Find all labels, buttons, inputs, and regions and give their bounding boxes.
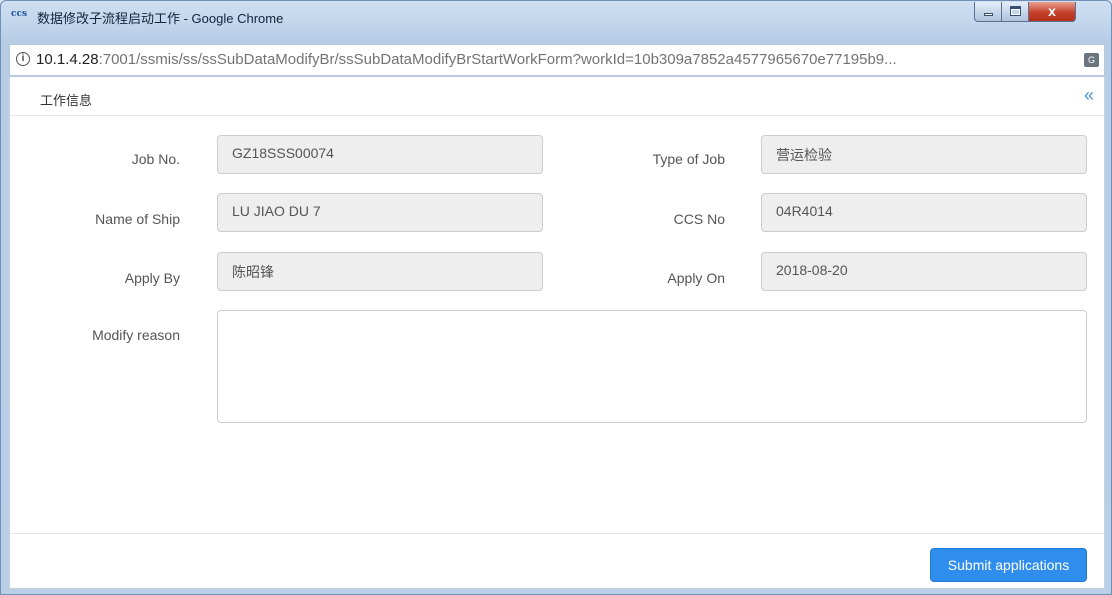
apply-by-field[interactable]: 陈昭锋 bbox=[217, 252, 543, 291]
page-title: 工作信息 bbox=[40, 93, 93, 108]
minimize-button[interactable] bbox=[974, 2, 1002, 22]
submit-applications-button[interactable]: Submit applications bbox=[930, 548, 1087, 582]
address-bar[interactable]: i 10.1.4.28:7001/ssmis/ss/ssSubDataModif… bbox=[9, 44, 1105, 76]
type-of-job-field[interactable]: 营运检验 bbox=[761, 135, 1087, 174]
window-title: 数据修改子流程启动工作 - Google Chrome bbox=[37, 11, 284, 26]
apply-by-label: Apply By bbox=[124, 270, 180, 286]
ccs-no-label: CCS No bbox=[673, 211, 725, 227]
page-header: 工作信息 « bbox=[10, 77, 1104, 116]
modify-reason-textarea[interactable] bbox=[217, 310, 1087, 423]
minimize-icon bbox=[984, 13, 993, 16]
maximize-button[interactable] bbox=[1001, 2, 1029, 22]
url-path: :7001/ssmis/ss/ssSubDataModifyBr/ssSubDa… bbox=[98, 51, 897, 68]
translate-icon[interactable]: G bbox=[1084, 53, 1099, 67]
job-no-field[interactable]: GZ18SSS00074 bbox=[217, 135, 543, 174]
form-footer: Submit applications bbox=[10, 533, 1104, 589]
type-of-job-label: Type of Job bbox=[652, 151, 725, 167]
close-button[interactable]: x bbox=[1028, 2, 1076, 22]
maximize-icon bbox=[1010, 6, 1021, 16]
name-of-ship-field[interactable]: LU JIAO DU 7 bbox=[217, 193, 543, 232]
ccs-no-field[interactable]: 04R4014 bbox=[761, 193, 1087, 232]
app-logo: ccs bbox=[11, 9, 28, 19]
apply-on-label: Apply On bbox=[667, 270, 725, 286]
title-bar[interactable]: ccs 数据修改子流程启动工作 - Google Chrome x bbox=[1, 1, 1111, 31]
name-of-ship-label: Name of Ship bbox=[95, 211, 180, 227]
url-host: 10.1.4.28 bbox=[36, 51, 99, 68]
close-icon: x bbox=[1048, 3, 1056, 19]
page-content: 工作信息 « Job No. GZ18SSS00074 Type of Job … bbox=[9, 77, 1105, 589]
job-no-label: Job No. bbox=[131, 151, 180, 167]
collapse-icon[interactable]: « bbox=[1084, 85, 1094, 106]
url-text[interactable]: 10.1.4.28:7001/ssmis/ss/ssSubDataModifyB… bbox=[36, 51, 1061, 68]
browser-window: ccs 数据修改子流程启动工作 - Google Chrome x i 10.1… bbox=[0, 0, 1112, 595]
modify-reason-label: Modify reason bbox=[92, 327, 180, 343]
apply-on-field[interactable]: 2018-08-20 bbox=[761, 252, 1087, 291]
info-icon[interactable]: i bbox=[16, 52, 30, 66]
